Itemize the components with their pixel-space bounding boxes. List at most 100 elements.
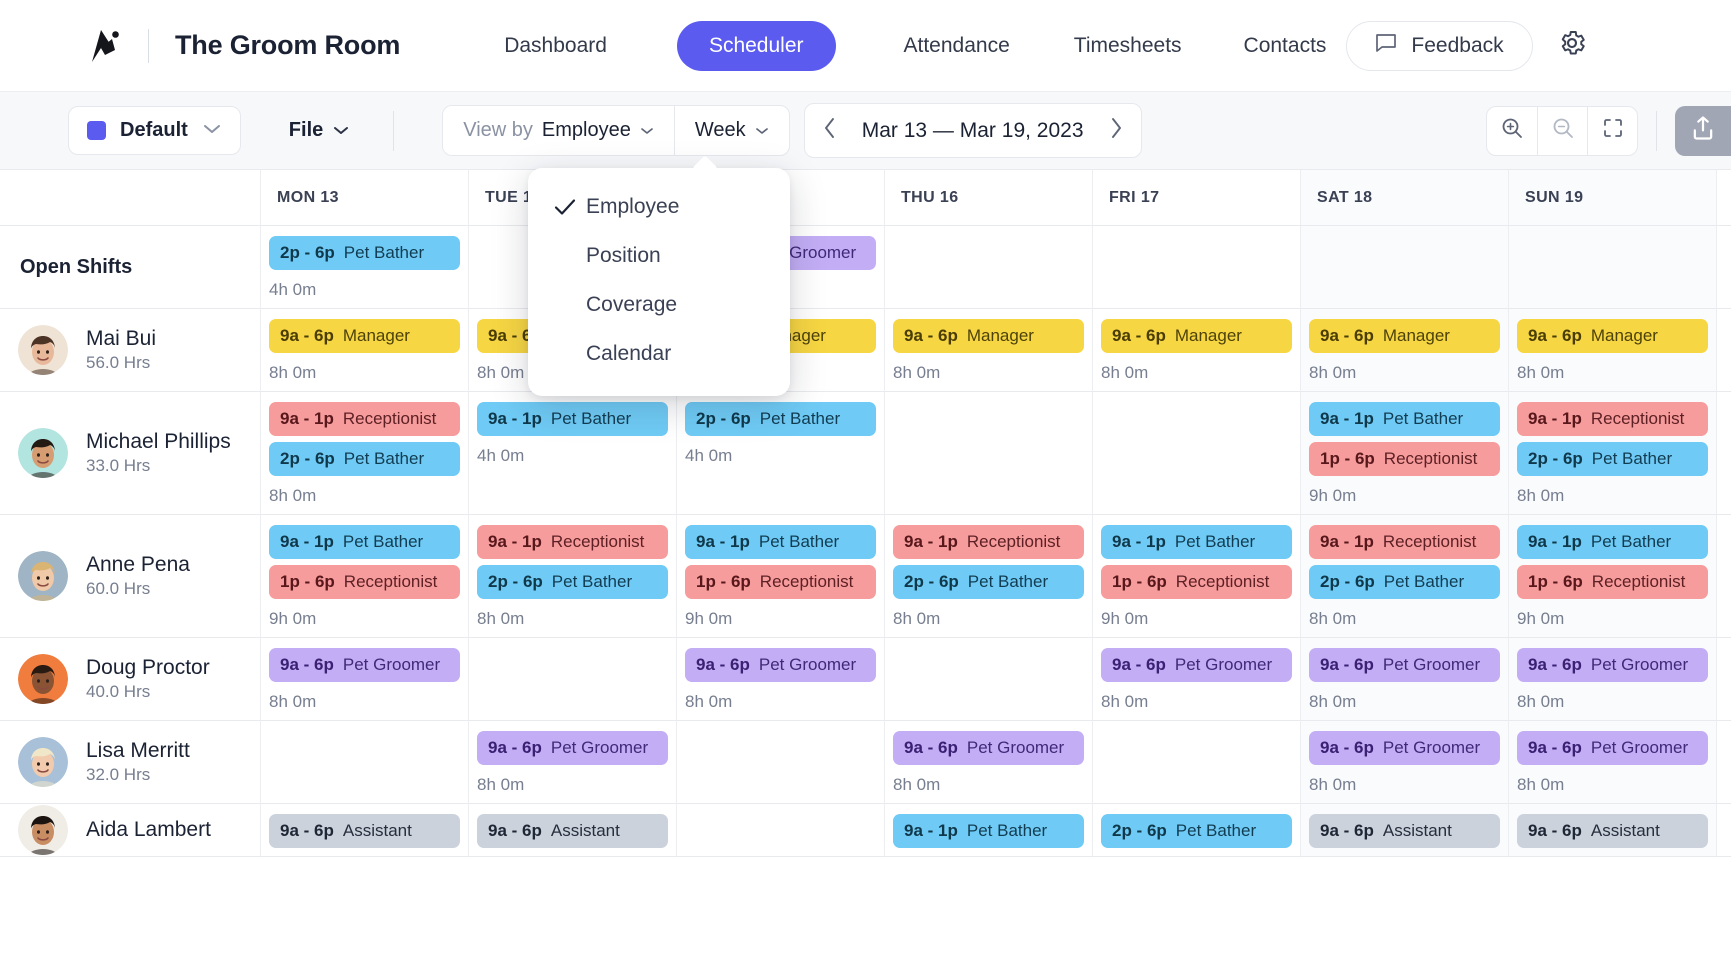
- shift-chip[interactable]: 9a - 1p Pet Bather: [1101, 525, 1292, 559]
- shift-chip[interactable]: 9a - 1p Receptionist: [1309, 525, 1500, 559]
- schedule-cell[interactable]: 9a - 6p Assistant: [260, 804, 468, 857]
- zoom-out-button[interactable]: [1537, 106, 1587, 155]
- schedule-cell[interactable]: 9a - 6p Pet Groomer 8h 0m: [1092, 638, 1300, 721]
- shift-chip[interactable]: 9a - 6p Pet Groomer: [893, 731, 1084, 765]
- view-by-option-employee[interactable]: Employee: [528, 182, 790, 231]
- schedule-cell[interactable]: 2p - 6p Pet Bather 4h 0m: [260, 226, 468, 309]
- shift-chip[interactable]: 9a - 6p Manager: [1101, 319, 1292, 353]
- shift-chip[interactable]: 9a - 1p Pet Bather: [893, 814, 1084, 848]
- shift-chip[interactable]: 2p - 6p Pet Bather: [477, 565, 668, 599]
- view-by-option-calendar[interactable]: Calendar: [528, 329, 790, 378]
- schedule-cell[interactable]: [884, 392, 1092, 515]
- shift-chip[interactable]: 9a - 6p Assistant: [477, 814, 668, 848]
- shift-chip[interactable]: 2p - 6p Pet Bather: [269, 442, 460, 476]
- view-by-dropdown[interactable]: View by Employee: [443, 106, 674, 155]
- shift-chip[interactable]: 2p - 6p Pet Bather: [685, 402, 876, 436]
- shift-chip[interactable]: 9a - 6p Pet Groomer: [477, 731, 668, 765]
- schedule-cell[interactable]: [676, 804, 884, 857]
- shift-chip[interactable]: 9a - 1p Receptionist: [269, 402, 460, 436]
- schedule-cell[interactable]: [1092, 392, 1300, 515]
- schedule-cell[interactable]: 9a - 6p Pet Groomer 8h 0m: [1508, 638, 1716, 721]
- schedule-cell[interactable]: 9a - 6p Manager 8h 0m: [1508, 309, 1716, 392]
- schedule-cell[interactable]: 2p - 6p Pet Bather 4h 0m: [676, 392, 884, 515]
- shift-chip[interactable]: 9a - 6p Pet Groomer: [1309, 731, 1500, 765]
- shift-chip[interactable]: 9a - 6p Assistant: [269, 814, 460, 848]
- shift-chip[interactable]: 2p - 6p Pet Bather: [1309, 565, 1500, 599]
- nav-item-contacts[interactable]: Contacts: [1244, 34, 1327, 58]
- employee-row-2[interactable]: Michael Phillips 33.0 Hrs: [0, 392, 260, 515]
- employee-row-5[interactable]: Lisa Merritt 32.0 Hrs: [0, 721, 260, 804]
- export-button[interactable]: [1675, 105, 1731, 156]
- schedule-cell[interactable]: 9a - 1p Pet Bather: [884, 804, 1092, 857]
- shift-chip[interactable]: 9a - 6p Pet Groomer: [1309, 648, 1500, 682]
- shift-chip[interactable]: 1p - 6p Receptionist: [1309, 442, 1500, 476]
- shift-chip[interactable]: 9a - 1p Pet Bather: [685, 525, 876, 559]
- schedule-cell[interactable]: 9a - 6p Pet Groomer 8h 0m: [884, 721, 1092, 804]
- shift-chip[interactable]: 9a - 6p Manager: [269, 319, 460, 353]
- shift-chip[interactable]: 2p - 6p Pet Bather: [1517, 442, 1708, 476]
- shift-chip[interactable]: 9a - 1p Pet Bather: [269, 525, 460, 559]
- next-week-button[interactable]: [1092, 104, 1141, 157]
- shift-chip[interactable]: 2p - 6p Pet Bather: [893, 565, 1084, 599]
- shift-chip[interactable]: 2p - 6p Pet Bather: [1101, 814, 1292, 848]
- schedule-selector[interactable]: Default: [68, 106, 241, 155]
- schedule-cell[interactable]: 9a - 1p Pet Bather 1p - 6p Receptionist 9h 0…: [1508, 515, 1716, 638]
- schedule-cell[interactable]: 9a - 6p Manager 8h 0m: [1092, 309, 1300, 392]
- schedule-cell[interactable]: 9a - 1p Pet Bather 1p - 6p Receptionist 9h 0…: [1092, 515, 1300, 638]
- shift-chip[interactable]: 1p - 6p Receptionist: [1101, 565, 1292, 599]
- schedule-cell[interactable]: [1092, 226, 1300, 309]
- schedule-cell[interactable]: 9a - 1p Pet Bather 1p - 6p Receptionist 9h 0…: [260, 515, 468, 638]
- schedule-cell[interactable]: [468, 638, 676, 721]
- zoom-in-button[interactable]: [1487, 107, 1537, 155]
- nav-item-scheduler[interactable]: Scheduler: [676, 20, 836, 71]
- schedule-cell[interactable]: 9a - 6p Manager 8h 0m: [884, 309, 1092, 392]
- shift-chip[interactable]: 9a - 6p Manager: [1309, 319, 1500, 353]
- schedule-cell[interactable]: [1508, 226, 1716, 309]
- schedule-cell[interactable]: 9a - 6p Pet Groomer 8h 0m: [468, 721, 676, 804]
- schedule-cell[interactable]: 9a - 6p Pet Groomer 8h 0m: [1300, 638, 1508, 721]
- schedule-cell[interactable]: 9a - 1p Receptionist 2p - 6p Pet Bather 8h 0…: [1300, 515, 1508, 638]
- schedule-cell[interactable]: 9a - 6p Pet Groomer 8h 0m: [260, 638, 468, 721]
- shift-chip[interactable]: 1p - 6p Receptionist: [269, 565, 460, 599]
- schedule-cell[interactable]: [884, 226, 1092, 309]
- schedule-cell[interactable]: [1300, 226, 1508, 309]
- schedule-cell[interactable]: 9a - 6p Assistant: [468, 804, 676, 857]
- file-menu-button[interactable]: File: [289, 119, 349, 142]
- schedule-cell[interactable]: 9a - 1p Receptionist 2p - 6p Pet Bather 8h 0…: [1508, 392, 1716, 515]
- view-by-option-coverage[interactable]: Coverage: [528, 280, 790, 329]
- range-dropdown[interactable]: Week: [673, 106, 789, 155]
- employee-row-3[interactable]: Anne Pena 60.0 Hrs: [0, 515, 260, 638]
- schedule-cell[interactable]: [260, 721, 468, 804]
- shift-chip[interactable]: 9a - 1p Receptionist: [477, 525, 668, 559]
- schedule-cell[interactable]: 9a - 1p Pet Bather 1p - 6p Receptionist 9h 0…: [1300, 392, 1508, 515]
- schedule-cell[interactable]: 9a - 1p Receptionist 2p - 6p Pet Bather 8h 0…: [884, 515, 1092, 638]
- view-by-option-position[interactable]: Position: [528, 231, 790, 280]
- previous-week-button[interactable]: [805, 104, 854, 157]
- settings-button[interactable]: [1555, 29, 1589, 63]
- shift-chip[interactable]: 9a - 6p Assistant: [1517, 814, 1708, 848]
- open-shifts-row-label[interactable]: Open Shifts: [0, 226, 260, 309]
- schedule-cell[interactable]: 9a - 1p Receptionist 2p - 6p Pet Bather 8h 0…: [468, 515, 676, 638]
- nav-item-dashboard[interactable]: Dashboard: [504, 34, 607, 58]
- employee-row-6[interactable]: Aida Lambert: [0, 804, 260, 857]
- shift-chip[interactable]: 9a - 1p Receptionist: [1517, 402, 1708, 436]
- schedule-cell[interactable]: 9a - 6p Assistant: [1300, 804, 1508, 857]
- shift-chip[interactable]: 9a - 6p Pet Groomer: [1517, 731, 1708, 765]
- schedule-cell[interactable]: [1092, 721, 1300, 804]
- nav-item-attendance[interactable]: Attendance: [904, 34, 1010, 58]
- employee-row-4[interactable]: Doug Proctor 40.0 Hrs: [0, 638, 260, 721]
- schedule-cell[interactable]: 9a - 6p Pet Groomer 8h 0m: [676, 638, 884, 721]
- schedule-cell[interactable]: 9a - 6p Manager 8h 0m: [260, 309, 468, 392]
- shift-chip[interactable]: 9a - 1p Pet Bather: [1517, 525, 1708, 559]
- employee-row-1[interactable]: Mai Bui 56.0 Hrs: [0, 309, 260, 392]
- schedule-cell[interactable]: [884, 638, 1092, 721]
- shift-chip[interactable]: 2p - 6p Pet Bather: [269, 236, 460, 270]
- schedule-cell[interactable]: 9a - 6p Manager 8h 0m: [1300, 309, 1508, 392]
- shift-chip[interactable]: 9a - 6p Pet Groomer: [269, 648, 460, 682]
- shift-chip[interactable]: 9a - 1p Pet Bather: [477, 402, 668, 436]
- schedule-cell[interactable]: 2p - 6p Pet Bather: [1092, 804, 1300, 857]
- schedule-cell[interactable]: 9a - 1p Pet Bather 4h 0m: [468, 392, 676, 515]
- shift-chip[interactable]: 9a - 6p Assistant: [1309, 814, 1500, 848]
- schedule-cell[interactable]: 9a - 1p Pet Bather 1p - 6p Receptionist 9h 0…: [676, 515, 884, 638]
- shift-chip[interactable]: 9a - 1p Pet Bather: [1309, 402, 1500, 436]
